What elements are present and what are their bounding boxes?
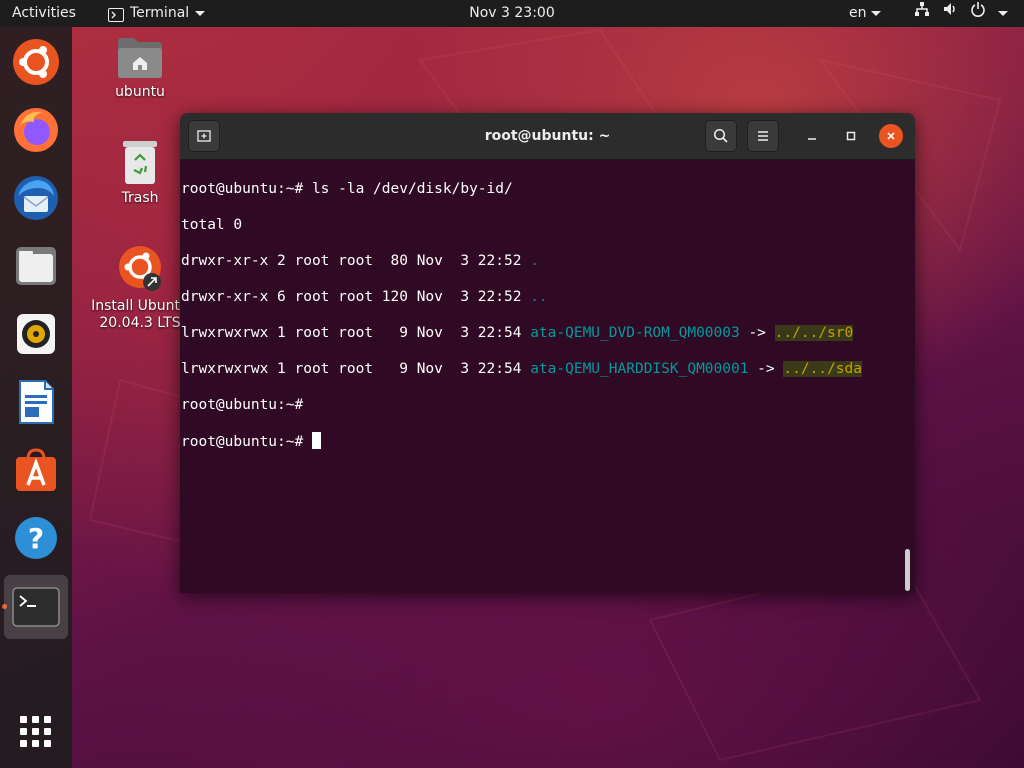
help-icon: ?: [15, 517, 57, 559]
dock-item-firefox[interactable]: [10, 104, 62, 156]
chevron-down-icon: [998, 11, 1008, 16]
terminal-window[interactable]: root@ubuntu: ~ root@ubuntu:~# ls -la /de…: [180, 113, 915, 593]
svg-text:?: ?: [28, 522, 44, 555]
desktop-icon-home[interactable]: ubuntu: [90, 36, 190, 101]
scrollbar-thumb[interactable]: [905, 549, 910, 591]
desktop-icon-trash[interactable]: Trash: [90, 140, 190, 207]
terminal-line: root@ubuntu:~#: [181, 432, 899, 450]
dock-item-help[interactable]: ?: [10, 512, 62, 564]
entry-name: ..: [530, 289, 548, 305]
text-cursor: [311, 432, 321, 449]
terminal-line: drwxr-xr-x 2 root root 80 Nov 3 22:52 .: [181, 252, 899, 270]
terminal-line: lrwxrwxrwx 1 root root 9 Nov 3 22:54 ata…: [181, 324, 899, 342]
firefox-icon: [14, 108, 58, 152]
rhythmbox-icon: [17, 314, 55, 354]
thunderbird-icon: [14, 176, 58, 220]
menu-button[interactable]: [747, 120, 779, 152]
close-icon: [887, 132, 895, 140]
search-button[interactable]: [705, 120, 737, 152]
maximize-button[interactable]: [839, 124, 863, 148]
trash-label: Trash: [121, 190, 159, 206]
ubuntu-installer-icon: [119, 246, 161, 291]
symlink-target: ../../sda: [783, 361, 862, 377]
network-icon: [914, 0, 930, 27]
dock-item-software[interactable]: [10, 444, 62, 496]
entry-name: .: [530, 253, 539, 269]
dock-item-files[interactable]: [10, 240, 62, 292]
installer-label-line2: 20.04.3 LTS: [99, 315, 181, 331]
symlink-arrow: ->: [748, 361, 784, 377]
dock-item-installer[interactable]: [10, 36, 62, 88]
terminal-line: total 0: [181, 216, 899, 234]
language-label: en: [849, 5, 867, 21]
power-icon: [970, 0, 986, 27]
terminal-small-icon: [108, 7, 124, 22]
entry-meta: drwxr-xr-x 6 root root 120 Nov 3 22:52: [181, 289, 531, 305]
close-button[interactable]: [879, 124, 903, 148]
minimize-icon: [808, 138, 816, 140]
maximize-icon: [846, 131, 856, 141]
app-menu[interactable]: Terminal: [108, 0, 206, 27]
trash-icon: [123, 141, 157, 184]
app-menu-label: Terminal: [130, 5, 190, 21]
libreoffice-writer-icon: [19, 380, 54, 424]
terminal-output[interactable]: root@ubuntu:~# ls -la /dev/disk/by-id/ t…: [181, 160, 899, 592]
ubuntu-software-icon: [16, 448, 56, 491]
dock-item-writer[interactable]: [10, 376, 62, 428]
app-grid-icon: [20, 716, 51, 747]
clock-label[interactable]: Nov 3 23:00: [469, 5, 554, 21]
installer-label-line1: Install Ubuntu: [91, 298, 189, 314]
top-bar: Activities Terminal Nov 3 23:00 en: [0, 0, 1024, 27]
terminal-line: root@ubuntu:~# ls -la /dev/disk/by-id/: [181, 180, 899, 198]
search-icon: [713, 128, 728, 143]
command-line: root@ubuntu:~# ls -la /dev/disk/by-id/: [181, 181, 513, 197]
entry-meta: lrwxrwxrwx 1 root root 9 Nov 3 22:54: [181, 361, 531, 377]
home-label: ubuntu: [115, 84, 165, 100]
show-applications-button[interactable]: [10, 706, 62, 758]
entry-meta: drwxr-xr-x 2 root root 80 Nov 3 22:52: [181, 253, 531, 269]
dock-item-rhythmbox[interactable]: [10, 308, 62, 360]
hamburger-menu-icon: [758, 131, 768, 141]
home-folder-icon: [118, 38, 162, 78]
terminal-icon: [12, 587, 60, 627]
language-selector[interactable]: en: [849, 0, 881, 27]
total-line: total 0: [181, 217, 243, 233]
symlink-arrow: ->: [739, 325, 775, 341]
entry-meta: lrwxrwxrwx 1 root root 9 Nov 3 22:54: [181, 325, 531, 341]
prompt: root@ubuntu:~#: [181, 434, 312, 450]
prompt: root@ubuntu:~#: [181, 397, 312, 413]
ubuntu-installer-icon: [13, 39, 59, 85]
terminal-headerbar[interactable]: root@ubuntu: ~: [180, 113, 915, 160]
minimize-button[interactable]: [800, 124, 824, 148]
dock-item-thunderbird[interactable]: [10, 172, 62, 224]
activities-button[interactable]: Activities: [12, 0, 76, 27]
files-icon: [16, 247, 56, 285]
terminal-line: drwxr-xr-x 6 root root 120 Nov 3 22:52 .…: [181, 288, 899, 306]
terminal-line: lrwxrwxrwx 1 root root 9 Nov 3 22:54 ata…: [181, 360, 899, 378]
chevron-down-icon: [195, 11, 206, 16]
dock: ?: [0, 27, 72, 768]
dock-item-terminal[interactable]: [4, 575, 68, 639]
symlink-name: ata-QEMU_HARDDISK_QM00001: [530, 361, 749, 377]
symlink-target: ../../sr0: [774, 325, 854, 341]
volume-icon: [942, 0, 958, 27]
chevron-down-icon: [870, 11, 881, 16]
activities-label: Activities: [12, 5, 76, 21]
system-tray[interactable]: [914, 0, 1008, 27]
desktop-icon-installer[interactable]: Install Ubuntu 20.04.3 LTS: [90, 244, 190, 332]
symlink-name: ata-QEMU_DVD-ROM_QM00003: [530, 325, 740, 341]
terminal-line: root@ubuntu:~#: [181, 396, 899, 414]
